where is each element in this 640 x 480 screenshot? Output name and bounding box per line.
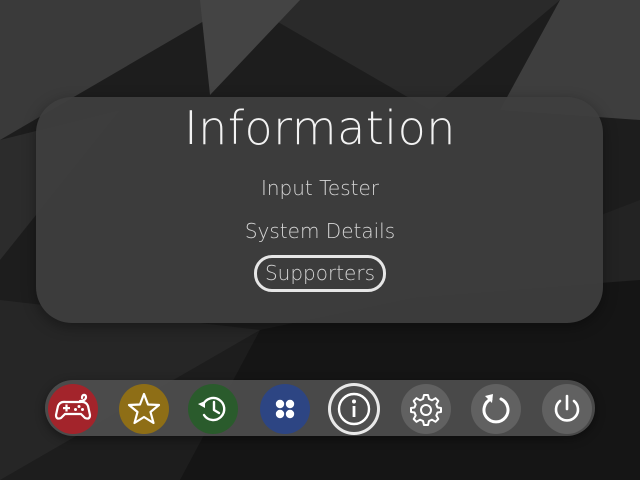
menu-item-input-tester[interactable]: Input Tester	[0, 174, 640, 202]
apps-grid-icon	[275, 399, 295, 419]
apps-button[interactable]	[260, 384, 310, 434]
favorites-button[interactable]	[119, 384, 169, 434]
gear-icon	[410, 394, 442, 426]
games-button[interactable]	[48, 384, 98, 434]
settings-button[interactable]	[401, 384, 451, 434]
restart-icon	[482, 394, 510, 424]
menu-item-supporters[interactable]: Supporters	[0, 255, 640, 292]
info-icon	[337, 392, 371, 426]
power-icon	[554, 394, 580, 422]
information-button[interactable]	[328, 383, 380, 435]
history-icon	[198, 396, 226, 422]
restart-button[interactable]	[471, 384, 521, 434]
menu-item-label: Supporters	[253, 255, 386, 292]
star-icon	[127, 392, 161, 425]
history-button[interactable]	[188, 384, 238, 434]
menu-item-label: System Details	[244, 219, 396, 243]
gamepad-icon	[54, 393, 92, 420]
panel-title: Information	[184, 101, 456, 155]
power-button[interactable]	[542, 384, 592, 434]
screen: Information Input Tester System Details …	[0, 0, 640, 480]
menu-item-label: Input Tester	[260, 176, 380, 200]
menu-item-system-details[interactable]: System Details	[0, 217, 640, 245]
